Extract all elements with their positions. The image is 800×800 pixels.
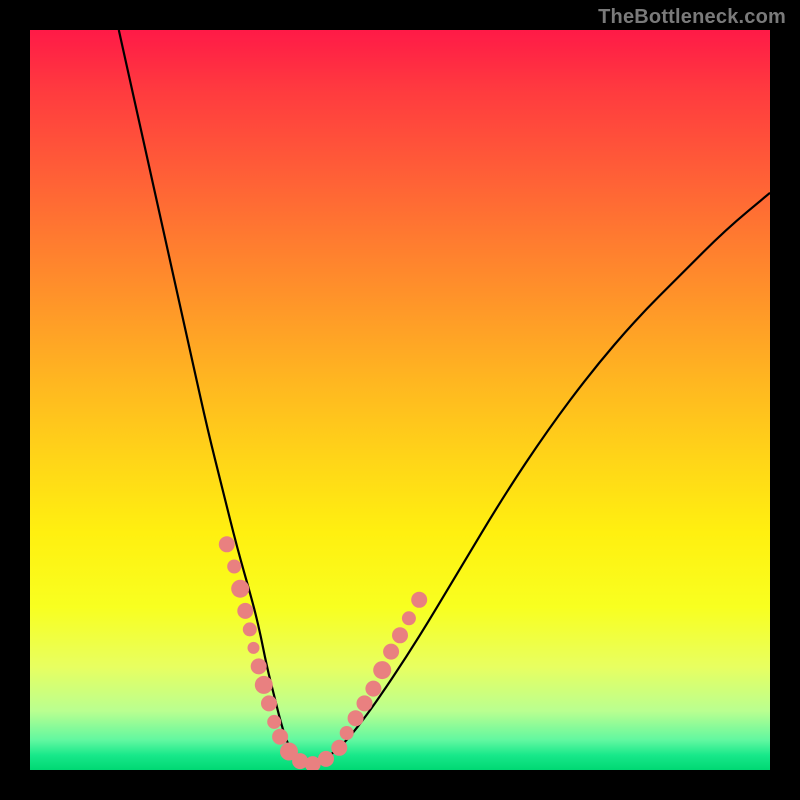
marker-dot (411, 592, 427, 608)
marker-dot (237, 603, 253, 619)
marker-dot (331, 740, 347, 756)
marker-dot (373, 661, 391, 679)
marker-dot (261, 695, 277, 711)
marker-dot (255, 676, 273, 694)
marker-dot (227, 560, 241, 574)
marker-dot (357, 695, 373, 711)
marker-dot (243, 622, 257, 636)
marker-dot (365, 681, 381, 697)
watermark-text: TheBottleneck.com (598, 6, 786, 29)
marker-dot (402, 611, 416, 625)
marker-dot (248, 642, 260, 654)
plot-area (30, 30, 770, 770)
marker-dot (231, 580, 249, 598)
marker-dot (318, 751, 334, 767)
marker-dot (392, 627, 408, 643)
marker-dot (272, 729, 288, 745)
marker-dot (251, 658, 267, 674)
marker-dot (383, 644, 399, 660)
marker-dot (267, 715, 281, 729)
bottleneck-curve (30, 30, 770, 770)
chart-frame: TheBottleneck.com (0, 0, 800, 800)
marker-dot (219, 536, 235, 552)
marker-dot (340, 726, 354, 740)
marker-dot (348, 710, 364, 726)
